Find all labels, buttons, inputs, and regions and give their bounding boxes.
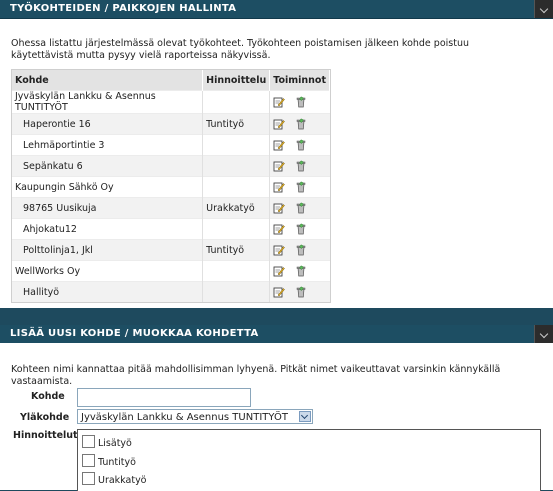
row-actions xyxy=(269,113,330,135)
row-pricing xyxy=(202,90,271,114)
lisatyo-label: Lisätyö xyxy=(98,438,132,449)
pricing-options-list[interactable]: Lisätyö Tuntityö Urakkatyö xyxy=(77,429,541,491)
tuntityo-label: Tuntityö xyxy=(98,457,136,468)
delete-icon[interactable] xyxy=(295,96,307,108)
edit-icon[interactable] xyxy=(273,265,286,277)
row-name: Ahjokatu12 xyxy=(12,218,203,240)
column-header-hinnoittelu: Hinnoittelu xyxy=(202,70,271,91)
jobs-table: Kohde Hinnoittelu Toiminnot Jyväskylän L… xyxy=(11,69,331,303)
edit-panel-header: LISÄÄ UUSI KOHDE / MUOKKAA KOHDETTA xyxy=(0,325,553,343)
table-row: Haperontie 16 Tuntityö xyxy=(12,113,330,135)
edit-icon[interactable] xyxy=(273,181,286,193)
column-header-kohde: Kohde xyxy=(12,70,204,91)
delete-icon[interactable] xyxy=(295,202,307,214)
delete-icon[interactable] xyxy=(295,139,307,151)
edit-icon[interactable] xyxy=(273,202,286,214)
row-actions xyxy=(269,260,330,282)
jobs-description: Ohessa listattu järjestelmässä olevat ty… xyxy=(11,38,469,61)
jobs-panel: TYÖKOHTEIDEN / PAIKKOJEN HALLINTA Ohessa… xyxy=(0,0,553,308)
row-name: Polttolinja1, Jkl xyxy=(12,239,203,261)
edit-icon[interactable] xyxy=(273,96,286,108)
row-actions xyxy=(269,90,330,114)
row-pricing: Tuntityö xyxy=(202,239,271,261)
edit-icon[interactable] xyxy=(273,286,286,298)
pricing-option-urakkatyo[interactable]: Urakkatyö xyxy=(82,472,147,486)
urakkatyo-checkbox[interactable] xyxy=(82,472,95,485)
edit-panel: LISÄÄ UUSI KOHDE / MUOKKAA KOHDETTA Koht… xyxy=(0,325,553,491)
edit-panel-title: LISÄÄ UUSI KOHDE / MUOKKAA KOHDETTA xyxy=(10,328,259,339)
row-name: Lehmäportintie 3 xyxy=(12,134,203,156)
delete-icon[interactable] xyxy=(295,181,307,193)
table-row: Jyväskylän Lankku & Asennus TUNTITYÖT xyxy=(12,90,330,114)
delete-icon[interactable] xyxy=(295,265,307,277)
kohde-input[interactable] xyxy=(77,388,251,407)
table-row: 98765 Uusikuja Urakkatyö xyxy=(12,197,330,219)
lisatyo-checkbox[interactable] xyxy=(82,435,95,448)
parent-select-value: Jyväskylän Lankku & Asennus TUNTITYÖT xyxy=(81,412,288,423)
row-name: 98765 Uusikuja xyxy=(12,197,203,219)
pricing-option-tuntityo[interactable]: Tuntityö xyxy=(82,454,136,468)
row-pricing xyxy=(202,281,271,302)
collapse-edit-panel-button[interactable] xyxy=(534,325,553,343)
row-name: Kaupungin Sähkö Oy xyxy=(12,176,203,198)
edit-description: Kohteen nimi kannattaa pitää mahdollisim… xyxy=(11,364,501,387)
parent-label: Yläkohde xyxy=(20,412,70,423)
row-pricing xyxy=(202,260,271,282)
delete-icon[interactable] xyxy=(295,286,307,298)
pricing-label: Hinnoittelut xyxy=(13,430,78,441)
row-actions xyxy=(269,134,330,156)
row-pricing xyxy=(202,155,271,177)
table-row: Polttolinja1, Jkl Tuntityö xyxy=(12,239,330,261)
row-actions xyxy=(269,218,330,240)
table-row: Sepänkatu 6 xyxy=(12,155,330,177)
kohde-label: Kohde xyxy=(31,391,65,402)
urakkatyo-label: Urakkatyö xyxy=(98,475,147,486)
chevron-down-icon[interactable] xyxy=(299,411,311,422)
delete-icon[interactable] xyxy=(295,118,307,130)
parent-select[interactable]: Jyväskylän Lankku & Asennus TUNTITYÖT xyxy=(77,409,313,424)
edit-icon[interactable] xyxy=(273,223,286,235)
table-row: Lehmäportintie 3 xyxy=(12,134,330,156)
row-name: Sepänkatu 6 xyxy=(12,155,203,177)
row-name: Hallityö xyxy=(12,281,203,302)
row-pricing xyxy=(202,218,271,240)
table-row: Ahjokatu12 xyxy=(12,218,330,240)
collapse-jobs-panel-button[interactable] xyxy=(534,0,553,18)
row-actions xyxy=(269,155,330,177)
jobs-panel-header: TYÖKOHTEIDEN / PAIKKOJEN HALLINTA xyxy=(0,0,553,19)
row-actions xyxy=(269,197,330,219)
row-pricing: Tuntityö xyxy=(202,113,271,135)
row-actions xyxy=(269,176,330,198)
delete-icon[interactable] xyxy=(295,223,307,235)
row-pricing xyxy=(202,134,271,156)
pricing-option-lisatyo[interactable]: Lisätyö xyxy=(82,435,132,449)
row-pricing xyxy=(202,176,271,198)
table-row: WellWorks Oy xyxy=(12,260,330,282)
table-row: Kaupungin Sähkö Oy xyxy=(12,176,330,198)
row-name: Jyväskylän Lankku & Asennus TUNTITYÖT xyxy=(12,90,203,114)
row-name: WellWorks Oy xyxy=(12,260,203,282)
edit-icon[interactable] xyxy=(273,118,286,130)
row-name: Haperontie 16 xyxy=(12,113,203,135)
edit-icon[interactable] xyxy=(273,139,286,151)
row-actions xyxy=(269,239,330,261)
row-actions xyxy=(269,281,330,302)
column-header-toiminnot: Toiminnot xyxy=(269,70,330,91)
delete-icon[interactable] xyxy=(295,160,307,172)
edit-icon[interactable] xyxy=(273,160,286,172)
tuntityo-checkbox[interactable] xyxy=(82,454,95,467)
edit-icon[interactable] xyxy=(273,244,286,256)
delete-icon[interactable] xyxy=(295,244,307,256)
table-row: Hallityö xyxy=(12,281,330,302)
jobs-panel-title: TYÖKOHTEIDEN / PAIKKOJEN HALLINTA xyxy=(10,3,237,14)
row-pricing: Urakkatyö xyxy=(202,197,271,219)
